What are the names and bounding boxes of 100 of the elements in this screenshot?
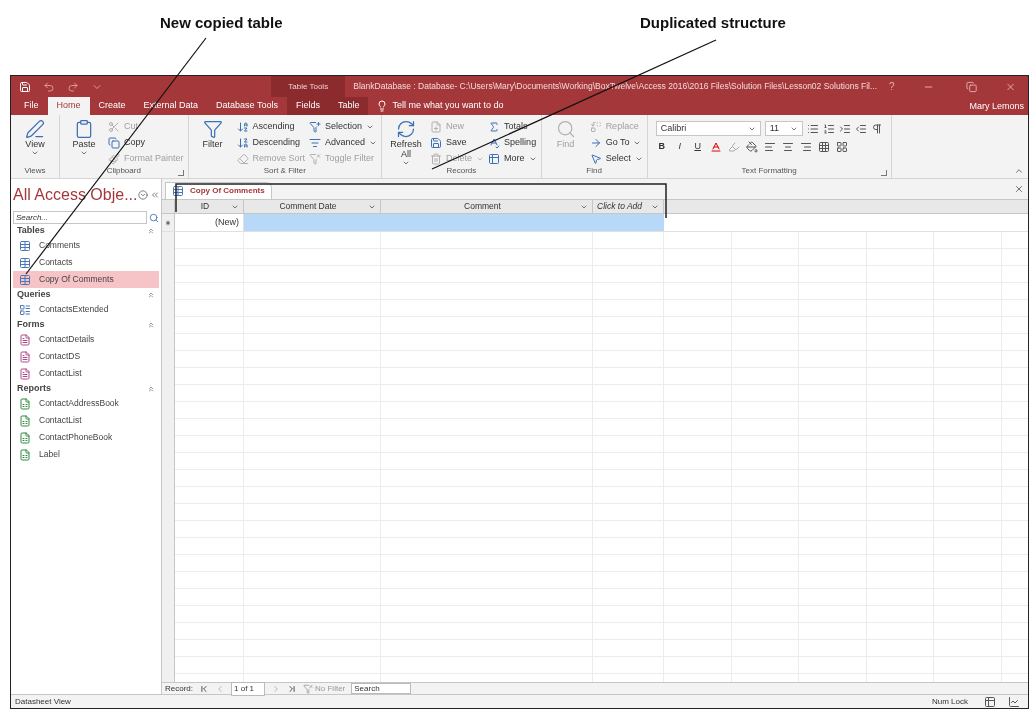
- ribbon-tab[interactable]: Fields: [286, 97, 329, 115]
- undo-icon[interactable]: [43, 80, 55, 93]
- save-icon[interactable]: [19, 80, 31, 93]
- report-icon: [19, 414, 31, 427]
- report-icon: [19, 397, 31, 410]
- ribbon-group-label: Text Formatting: [741, 167, 797, 175]
- last-record-icon[interactable]: [287, 683, 297, 694]
- indent-icon[interactable]: [838, 122, 851, 135]
- expand-collapse-icon[interactable]: [147, 384, 155, 393]
- dropdown-icon[interactable]: [137, 190, 148, 200]
- arrow-right-icon: [589, 137, 602, 149]
- ribbon-tab[interactable]: Home: [47, 97, 90, 115]
- ribbon-small-button[interactable]: Go To: [589, 135, 643, 151]
- first-record-icon[interactable]: [199, 683, 209, 694]
- nav-item[interactable]: ContactDS: [13, 348, 159, 365]
- nav-item[interactable]: Contacts: [13, 254, 159, 271]
- ribbon-small-button[interactable]: Spelling: [488, 135, 537, 151]
- font-size-field[interactable]: 11: [764, 121, 803, 136]
- save-icon: [430, 137, 443, 149]
- record-search-field[interactable]: Search: [351, 683, 412, 694]
- tell-me-field[interactable]: Tell me what you want to do: [392, 99, 504, 113]
- expand-collapse-icon[interactable]: [147, 226, 155, 235]
- group-header[interactable]: Forms: [17, 317, 45, 332]
- ribbon-small-button[interactable]: Selection: [309, 119, 378, 135]
- callout-label: Duplicated structure: [640, 13, 786, 33]
- ribbon-small-button[interactable]: Save: [430, 135, 485, 151]
- group-header[interactable]: Reports: [17, 381, 51, 396]
- chart-view-icon[interactable]: [1008, 695, 1020, 708]
- paint-bucket-icon[interactable]: [745, 140, 758, 153]
- nav-item[interactable]: ContactDetails: [13, 331, 159, 348]
- nav-item[interactable]: ContactList: [13, 412, 159, 429]
- table-icon: [19, 239, 31, 252]
- column-header[interactable]: Comment Date: [244, 200, 381, 213]
- help-button[interactable]: ?: [877, 76, 907, 97]
- funnel-plus-icon: [309, 121, 322, 133]
- collapse-ribbon-icon[interactable]: [1014, 166, 1024, 176]
- ribbon-tab[interactable]: Database Tools: [207, 97, 287, 115]
- ribbon-small-button[interactable]: Totals: [488, 119, 537, 135]
- nav-item[interactable]: ContactPhoneBook: [13, 429, 159, 446]
- form-icon: [19, 350, 31, 363]
- dialog-launcher-icon[interactable]: [177, 170, 184, 176]
- sigma-icon: [488, 121, 501, 133]
- underline-button[interactable]: U: [691, 140, 704, 154]
- ribbon-small-button[interactable]: Select: [589, 151, 643, 167]
- paragraph-icon[interactable]: [870, 122, 883, 135]
- expand-collapse-icon[interactable]: [147, 320, 155, 329]
- close-document-icon[interactable]: [1014, 184, 1024, 194]
- italic-button[interactable]: I: [673, 140, 686, 154]
- align-right-icon[interactable]: [799, 140, 812, 153]
- nav-item[interactable]: Label: [13, 446, 159, 463]
- group-header[interactable]: Queries: [17, 287, 51, 302]
- ribbon-tab[interactable]: Table: [328, 97, 369, 115]
- ribbon-group-label: Views: [24, 167, 46, 175]
- expand-collapse-icon[interactable]: [147, 290, 155, 299]
- search-icon: [555, 119, 576, 139]
- collapse-pane-icon[interactable]: [149, 190, 160, 200]
- ribbon-small-button[interactable]: More: [488, 151, 537, 167]
- ribbon-small-button[interactable]: Advanced: [309, 135, 378, 151]
- bullet-list-icon[interactable]: [806, 122, 819, 135]
- outdent-icon[interactable]: [854, 122, 867, 135]
- table-icon: [488, 153, 501, 165]
- column-header[interactable]: ID: [175, 200, 244, 213]
- nav-item[interactable]: ContactAddressBook: [13, 395, 159, 412]
- ribbon-small-button[interactable]: Descending: [236, 135, 306, 151]
- align-left-icon[interactable]: [763, 140, 776, 153]
- funnel-x-icon: [309, 153, 322, 165]
- ribbon-tab[interactable]: External Data: [134, 97, 208, 115]
- column-header[interactable]: Click to Add: [593, 200, 664, 213]
- restore-icon[interactable]: [965, 80, 977, 93]
- font-name-field[interactable]: Calibri: [655, 121, 761, 136]
- highlighter-icon[interactable]: [727, 140, 740, 153]
- ribbon-tab[interactable]: File: [15, 97, 48, 115]
- nav-item[interactable]: ContactsExtended: [13, 301, 159, 318]
- table-icon: [19, 256, 31, 269]
- gridlines-icon[interactable]: [817, 140, 830, 153]
- ribbon-large-button[interactable]: Refresh All: [386, 117, 427, 167]
- record-position-field[interactable]: 1 of 1: [231, 681, 265, 696]
- column-header[interactable]: Comment: [381, 200, 593, 213]
- lightbulb-icon: [376, 100, 389, 112]
- search-icon[interactable]: [149, 212, 159, 223]
- ribbon-large-button[interactable]: Paste: [64, 117, 104, 167]
- ribbon-large-button[interactable]: View: [15, 117, 55, 167]
- pencil-icon: [25, 119, 45, 139]
- ribbon-large-button[interactable]: Filter: [192, 117, 233, 167]
- group-header[interactable]: Tables: [17, 223, 45, 238]
- table-grid-icon[interactable]: [835, 140, 848, 153]
- ribbon-small-button[interactable]: Ascending: [236, 119, 306, 135]
- font-color-icon[interactable]: [709, 140, 722, 153]
- numbered-list-icon[interactable]: [822, 122, 835, 135]
- dialog-launcher-icon[interactable]: [880, 170, 887, 176]
- search-field[interactable]: Search...: [13, 211, 147, 224]
- ribbon-tab[interactable]: Create: [89, 97, 135, 115]
- datasheet-view-icon[interactable]: [984, 695, 996, 708]
- record-selector[interactable]: [162, 214, 175, 231]
- nav-item[interactable]: ContactList: [13, 365, 159, 382]
- contextual-group-label: Table Tools: [288, 80, 329, 93]
- align-center-icon[interactable]: [781, 140, 794, 153]
- bold-button[interactable]: B: [655, 140, 668, 154]
- nav-item[interactable]: Copy Of Comments: [13, 271, 159, 288]
- redo-icon[interactable]: [67, 80, 79, 93]
